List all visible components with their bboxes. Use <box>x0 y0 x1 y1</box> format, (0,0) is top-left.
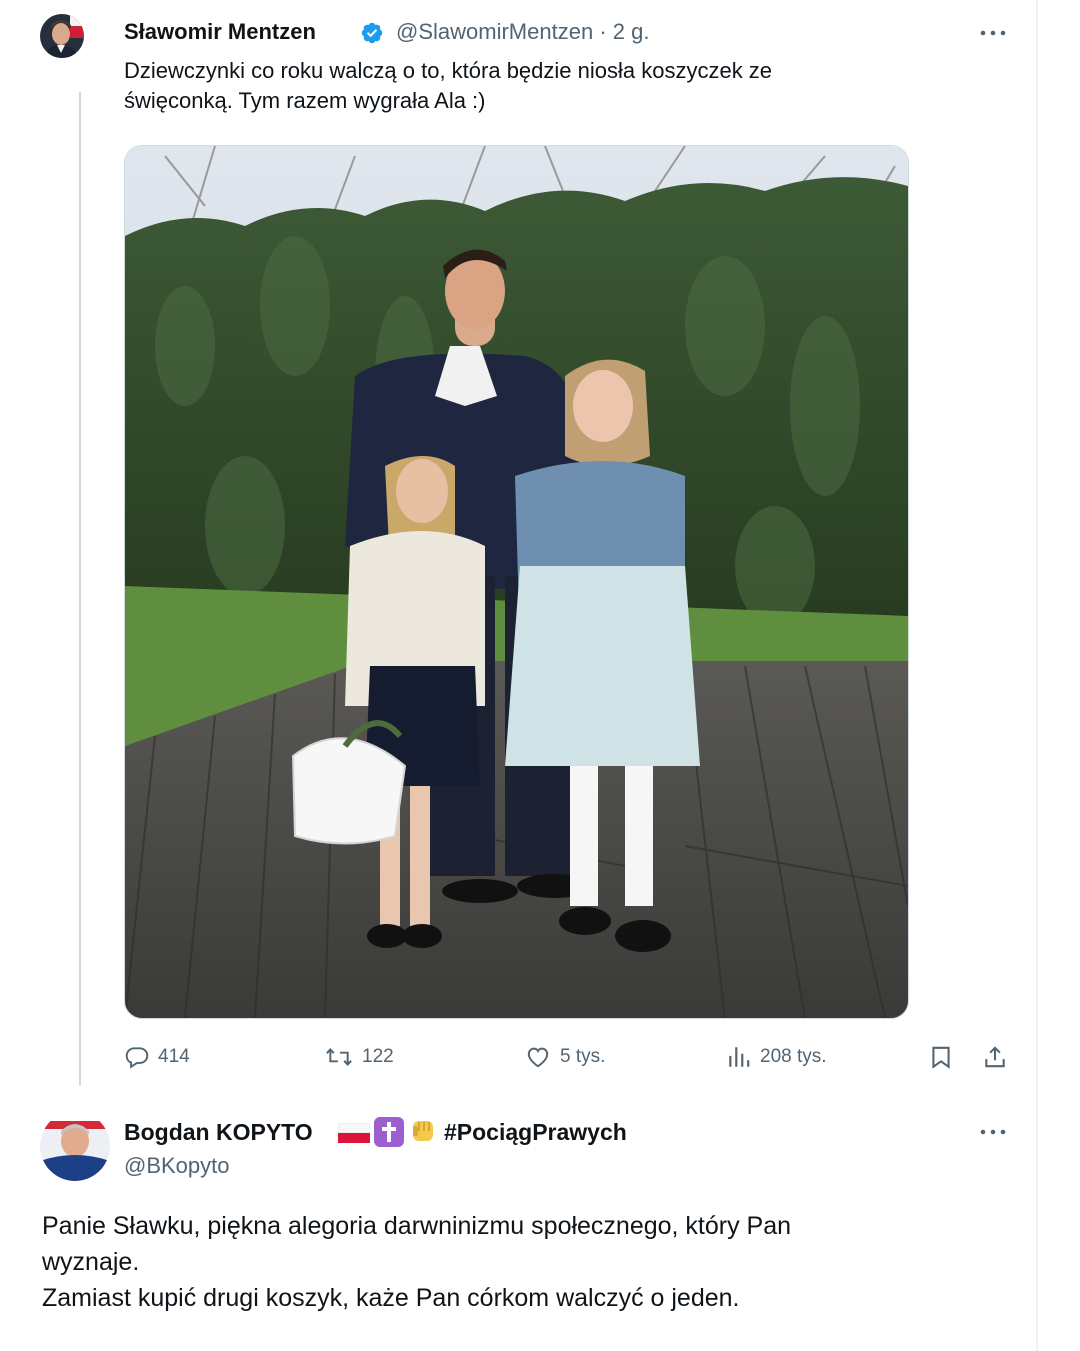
cross-icon <box>374 1117 404 1147</box>
separator-dot: · <box>599 19 607 44</box>
views-count: 208 tys. <box>760 1046 827 1067</box>
reply-text-line-3: Zamiast kupić drugi koszyk, każe Pan cór… <box>42 1284 740 1312</box>
poland-flag-icon <box>338 1123 370 1143</box>
author-handle[interactable]: @SlawomirMentzen <box>396 19 593 44</box>
tweet-time[interactable]: 2 g. <box>613 19 650 44</box>
reply-action[interactable]: 414 <box>124 1042 190 1072</box>
like-count: 5 tys. <box>560 1046 606 1067</box>
thread-connector-line <box>79 92 81 1086</box>
share-icon <box>985 1046 1005 1068</box>
reply-icon <box>125 1047 149 1069</box>
author-avatar-wrapper[interactable] <box>40 14 84 82</box>
reply-text: Panie Sławku, piękna alegoria darwninizm… <box>42 1208 1032 1316</box>
bookmark-icon <box>932 1046 950 1069</box>
reply-text-line-2: wyznaje. <box>42 1248 140 1276</box>
reply-author-avatar[interactable] <box>40 1111 110 1181</box>
reply-more-icon[interactable] <box>978 1123 1008 1141</box>
family-photo-illustration <box>125 146 908 1018</box>
views-action[interactable]: 208 tys. <box>726 1042 827 1072</box>
reply-text-line-1: Panie Sławku, piękna alegoria darwninizm… <box>42 1212 792 1240</box>
reply-count: 414 <box>158 1046 190 1067</box>
share-action[interactable] <box>982 1042 1008 1072</box>
bookmark-action[interactable] <box>928 1042 954 1072</box>
retweet-icon <box>326 1047 352 1067</box>
more-icon[interactable] <box>978 24 1008 42</box>
retweet-count: 122 <box>362 1046 394 1067</box>
tweet-text-line-1: Dziewczynki co roku walczą o to, która b… <box>124 58 773 83</box>
views-icon <box>729 1047 750 1067</box>
reply-author-handle[interactable]: @BKopyto <box>124 1153 230 1179</box>
author-name[interactable]: Sławomir Mentzen <box>124 19 316 45</box>
like-action[interactable]: 5 tys. <box>524 1042 605 1072</box>
like-icon <box>527 1047 549 1068</box>
retweet-action[interactable]: 122 <box>324 1042 394 1072</box>
column-border <box>1036 0 1038 1351</box>
reply-author-hashtag[interactable]: #PociągPrawych <box>444 1119 627 1146</box>
tweet-text: Dziewczynki co roku walczą o to, która b… <box>124 56 1024 116</box>
fist-icon <box>413 1121 433 1141</box>
reply-author-name[interactable]: Bogdan KOPYTO <box>124 1119 313 1146</box>
tweet-text-line-2: święconką. Tym razem wygrała Ala :) <box>124 88 486 113</box>
tweet-photo[interactable] <box>124 145 909 1019</box>
verified-badge-icon <box>361 22 383 44</box>
author-avatar[interactable] <box>40 14 84 58</box>
